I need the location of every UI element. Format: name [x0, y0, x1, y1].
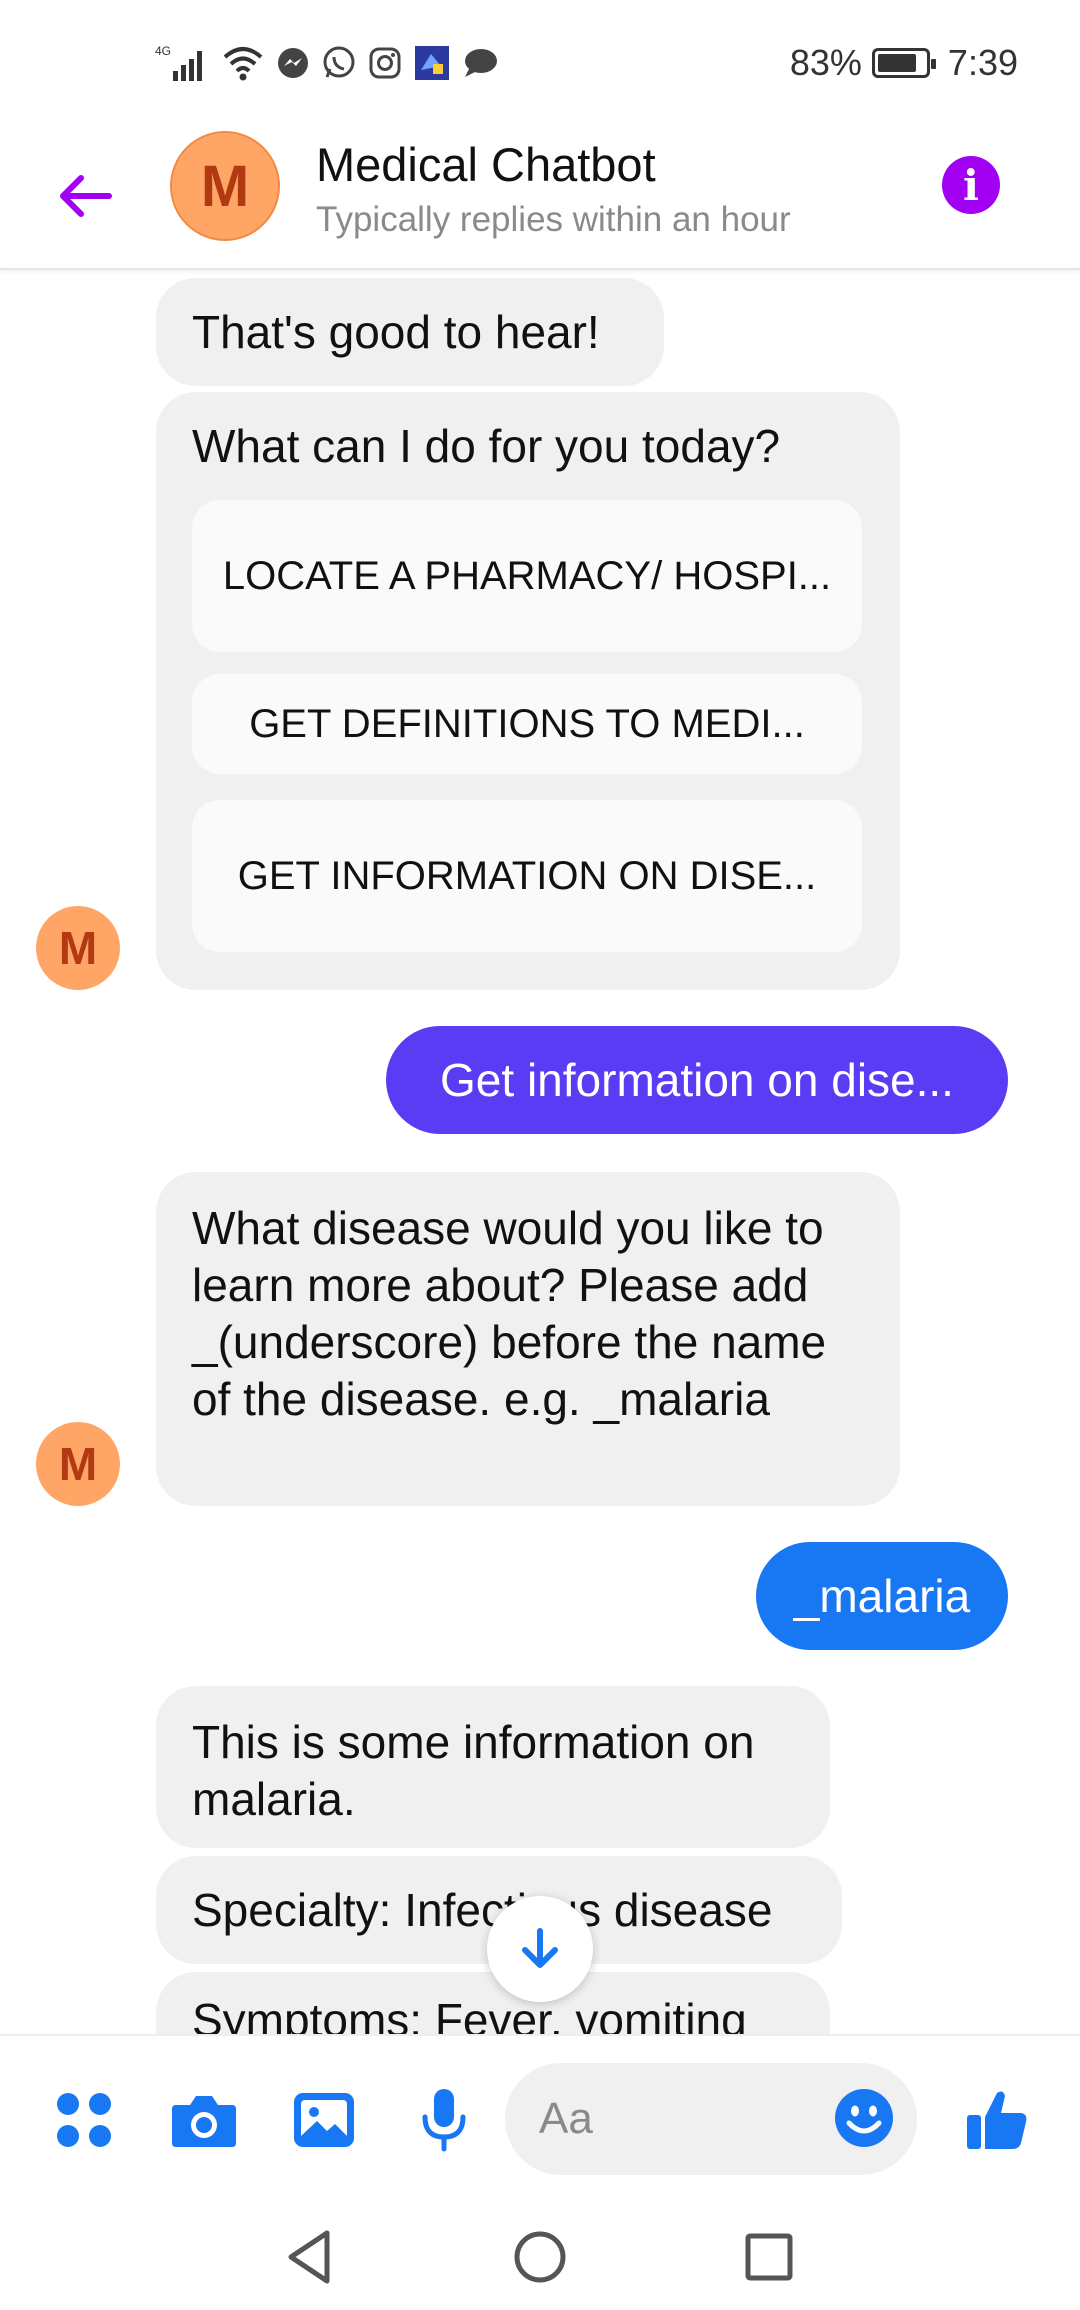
nav-recents-button[interactable]: [734, 2222, 804, 2292]
app-notification-icon: [413, 44, 451, 82]
back-button[interactable]: [50, 161, 120, 231]
bot-avatar[interactable]: M: [36, 1422, 120, 1506]
square-recents-icon: [745, 2233, 793, 2281]
status-bar: 4G 83% 7:39: [0, 0, 1080, 125]
nav-back-button[interactable]: [274, 2222, 344, 2292]
message-input[interactable]: [539, 2091, 799, 2147]
camera-icon: [172, 2096, 236, 2147]
smiley-icon: [835, 2089, 893, 2147]
quick-reply-get-information[interactable]: GET INFORMATION ON DISE...: [192, 800, 862, 952]
scroll-to-bottom-button[interactable]: [487, 1896, 593, 2002]
status-right: 83% 7:39: [790, 38, 1018, 88]
messenger-notification-icon: [275, 45, 311, 81]
svg-text:4G: 4G: [155, 44, 171, 58]
info-icon: i: [963, 160, 979, 210]
battery-percent: 83%: [789, 42, 862, 83]
signal-icon: 4G: [155, 43, 211, 83]
arrow-left-icon: [60, 175, 112, 217]
info-button[interactable]: i: [942, 156, 1000, 214]
chat-notification-icon: [461, 45, 499, 81]
bot-message[interactable]: Symptoms: Fever, vomiting: [156, 1972, 830, 2034]
image-icon: [294, 2093, 354, 2147]
message-input-container[interactable]: [505, 2063, 917, 2175]
bot-avatar[interactable]: M: [36, 906, 120, 990]
microphone-icon: [422, 2089, 466, 2152]
quick-reply-locate-pharmacy[interactable]: LOCATE A PHARMACY/ HOSPI...: [192, 500, 862, 652]
message-composer: [0, 2034, 1080, 2202]
nav-home-button[interactable]: [505, 2222, 575, 2292]
bot-message[interactable]: What disease would you like to learn mor…: [156, 1172, 900, 1506]
battery-icon: [871, 48, 936, 78]
bot-message-text: What can I do for you today?: [192, 420, 781, 472]
bot-message[interactable]: This is some information on malaria.: [156, 1686, 830, 1848]
clock: 7:39: [947, 42, 1018, 83]
system-navigation-bar: [0, 2202, 1080, 2310]
status-icons: 4G: [155, 38, 499, 88]
bot-message-with-quick-replies[interactable]: What can I do for you today? LOCATE A PH…: [156, 392, 900, 990]
four-dots-icon: [57, 2093, 111, 2147]
wifi-icon: [221, 43, 265, 83]
circle-home-icon: [514, 2231, 566, 2283]
message-list[interactable]: That's good to hear! What can I do for y…: [0, 272, 1080, 2034]
more-actions-button[interactable]: [48, 2084, 120, 2156]
chat-header: M Medical Chatbot Typically replies with…: [0, 125, 1080, 270]
gallery-button[interactable]: [288, 2084, 360, 2156]
user-message[interactable]: Get information on dise...: [386, 1026, 1008, 1134]
arrow-down-icon: [522, 1928, 558, 1968]
voice-button[interactable]: [408, 2084, 480, 2156]
emoji-button[interactable]: [833, 2087, 895, 2149]
instagram-notification-icon: [367, 45, 403, 81]
chat-title[interactable]: Medical Chatbot: [316, 137, 656, 192]
thumbs-up-icon: [967, 2091, 1027, 2149]
like-button[interactable]: [962, 2084, 1034, 2156]
camera-button[interactable]: [168, 2084, 240, 2156]
quick-reply-get-definitions[interactable]: GET DEFINITIONS TO MEDI...: [192, 674, 862, 774]
chat-subtitle: Typically replies within an hour: [316, 200, 791, 239]
chatbot-avatar[interactable]: M: [170, 131, 280, 241]
triangle-back-icon: [288, 2230, 330, 2284]
whatsapp-notification-icon: [321, 45, 357, 81]
user-message[interactable]: _malaria: [756, 1542, 1008, 1650]
bot-message[interactable]: That's good to hear!: [156, 278, 664, 386]
